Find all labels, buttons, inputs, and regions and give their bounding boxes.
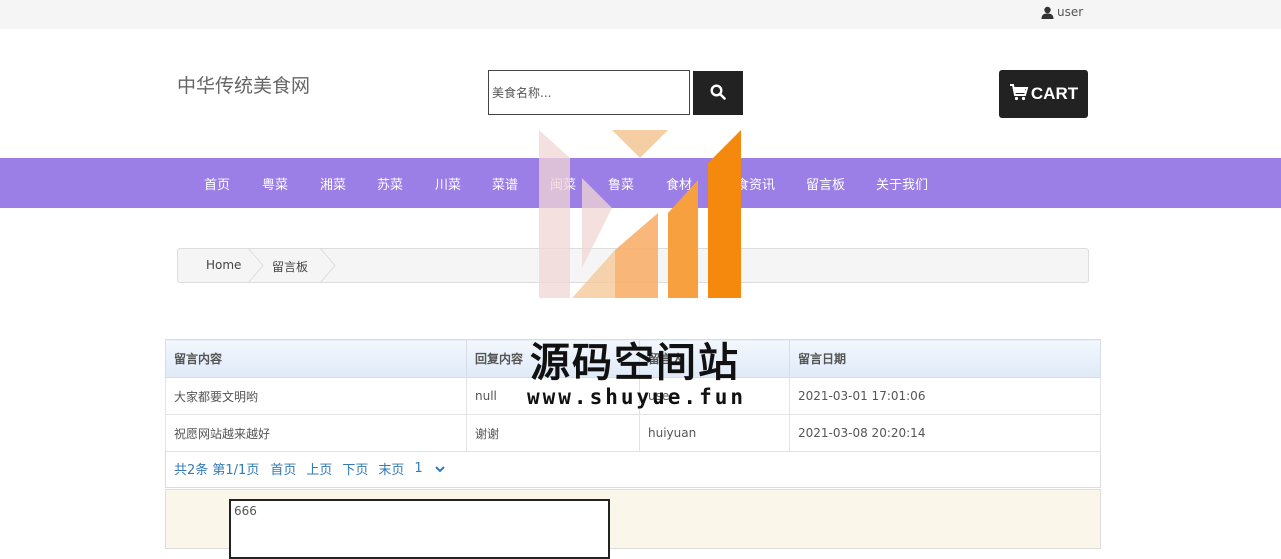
- cell-reply: 谢谢: [466, 414, 640, 452]
- table-row: 祝愿网站越来越好 谢谢 huiyuan 2021-03-08 20:20:14: [165, 414, 1101, 452]
- nav-item-chuan[interactable]: 川菜: [435, 174, 461, 193]
- watermark-title: 源码空间站: [530, 340, 740, 386]
- reply-form: 666: [165, 489, 1101, 559]
- pagination-next[interactable]: 下页: [342, 459, 368, 478]
- search-button[interactable]: [693, 71, 743, 115]
- breadcrumb-current: 留言板: [272, 260, 309, 274]
- chevron-down-icon: [434, 465, 445, 472]
- cell-author: huiyuan: [639, 414, 790, 452]
- user-icon: [1041, 6, 1054, 19]
- nav-item-xiang[interactable]: 湘菜: [320, 174, 346, 193]
- breadcrumb-separator-icon: [319, 248, 336, 283]
- nav-item-lu[interactable]: 鲁菜: [608, 174, 634, 193]
- nav-item-yue[interactable]: 粤菜: [262, 174, 288, 193]
- cart-label: CART: [1030, 84, 1079, 103]
- nav-item-home[interactable]: 首页: [204, 174, 230, 193]
- watermark-url: www.shuyue.fun: [527, 385, 747, 409]
- nav-item-su[interactable]: 苏菜: [377, 174, 403, 193]
- pagination-first[interactable]: 首页: [270, 459, 296, 478]
- page-select-value: 1: [414, 461, 423, 476]
- search-input[interactable]: [488, 70, 690, 115]
- nav-item-min[interactable]: 闽菜: [550, 174, 576, 193]
- nav-item-guestbook[interactable]: 留言板: [806, 174, 845, 193]
- site-title[interactable]: 中华传统美食网: [177, 71, 310, 98]
- cell-content: 祝愿网站越来越好: [165, 414, 467, 452]
- cell-date: 2021-03-08 20:20:14: [789, 414, 1101, 452]
- pagination: 共2条 第1/1页 首页 上页 下页 末页 1: [165, 450, 1101, 488]
- top-bar: user: [0, 0, 1281, 29]
- message-textarea[interactable]: 666: [229, 499, 610, 559]
- breadcrumb-separator-icon: [247, 248, 264, 283]
- nav-item-ingredients[interactable]: 食材: [666, 174, 692, 193]
- page-select[interactable]: 1: [414, 461, 445, 476]
- pagination-prev[interactable]: 上页: [306, 459, 332, 478]
- breadcrumb: Home 留言板: [177, 248, 1089, 283]
- pagination-info: 共2条 第1/1页: [174, 463, 260, 478]
- pagination-last[interactable]: 末页: [378, 459, 404, 478]
- cart-icon: [1009, 83, 1029, 106]
- search-icon: [710, 83, 726, 103]
- main-nav: 首页 粤菜 湘菜 苏菜 川菜 菜谱 闽菜 鲁菜 食材 美食资讯 留言板 关于我们: [0, 158, 1281, 208]
- user-label: user: [1057, 5, 1084, 19]
- column-header-content: 留言内容: [165, 339, 467, 378]
- column-header-date: 留言日期: [789, 339, 1101, 378]
- cart-button[interactable]: CART: [999, 70, 1088, 118]
- nav-item-recipes[interactable]: 菜谱: [492, 174, 518, 193]
- nav-item-news[interactable]: 美食资讯: [723, 174, 775, 193]
- cell-content: 大家都要文明哟: [165, 377, 467, 415]
- nav-item-about[interactable]: 关于我们: [876, 174, 928, 193]
- breadcrumb-home[interactable]: Home: [206, 258, 241, 272]
- cell-date: 2021-03-01 17:01:06: [789, 377, 1101, 415]
- user-link[interactable]: user: [1041, 5, 1083, 19]
